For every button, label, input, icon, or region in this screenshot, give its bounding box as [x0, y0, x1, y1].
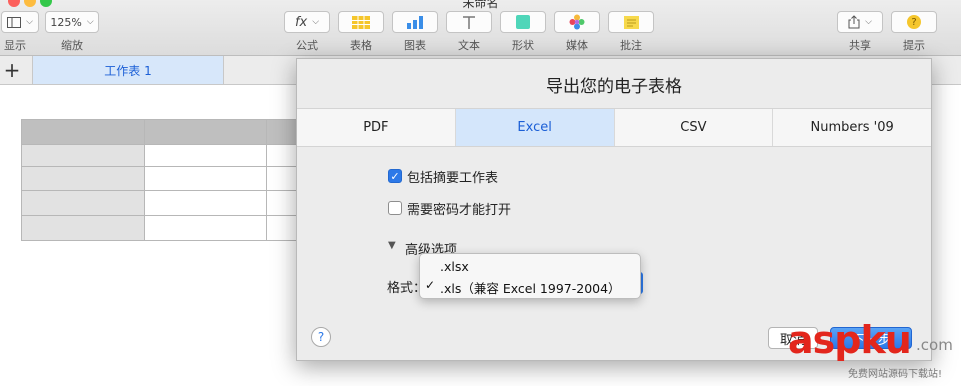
tab-csv[interactable]: CSV — [615, 109, 774, 146]
include-summary-label: 包括摘要工作表 — [407, 171, 499, 186]
watermark-logo: aspku — [788, 318, 912, 362]
disclosure-triangle-icon[interactable]: ▼ — [388, 240, 396, 251]
comment-icon — [623, 15, 639, 29]
view-label: 显示 — [4, 39, 26, 52]
checkmark-icon: ✓ — [390, 169, 400, 183]
text-label: 文本 — [458, 39, 480, 52]
require-password-label: 需要密码才能打开 — [407, 203, 512, 218]
tips-label: 提示 — [903, 39, 925, 52]
table-cell[interactable] — [144, 190, 267, 216]
menu-item-label: .xlsx — [440, 259, 469, 274]
table-cell[interactable] — [144, 144, 267, 167]
zoom-value: 125% — [50, 15, 82, 29]
tips-button[interactable]: ? — [891, 11, 937, 33]
row-header-cell[interactable] — [21, 190, 145, 216]
text-icon — [463, 15, 475, 29]
chevron-down-icon: ⌵ — [86, 17, 94, 27]
zoom-select[interactable]: 125% ⌵ — [45, 11, 99, 33]
formula-button[interactable]: fx ⌵ — [284, 11, 330, 33]
photos-icon — [569, 14, 585, 30]
window-title: 未命名 — [462, 0, 499, 10]
row-header-cell[interactable] — [21, 166, 145, 191]
tab-sheet-1[interactable]: 工作表 1 — [32, 56, 224, 84]
function-icon: fx — [294, 14, 308, 30]
shape-label: 形状 — [512, 39, 534, 52]
watermark-domain: .com — [916, 336, 953, 354]
sidebar-icon — [7, 16, 22, 28]
row-header-cell[interactable] — [21, 144, 145, 167]
shape-icon — [516, 15, 530, 29]
header-cell[interactable] — [21, 119, 145, 145]
checkmark-icon: ✓ — [425, 278, 436, 292]
question-icon: ? — [907, 15, 921, 29]
add-sheet-button[interactable]: + — [0, 56, 24, 84]
table-button[interactable] — [338, 11, 384, 33]
menu-item-label: .xls（兼容 Excel 1997-2004） — [440, 281, 621, 296]
chart-label: 图表 — [404, 39, 426, 52]
share-icon — [848, 15, 860, 29]
view-button[interactable]: ⌵ — [1, 11, 39, 33]
export-dialog: 导出您的电子表格 PDF Excel CSV Numbers '09 ✓ 包括摘… — [296, 58, 932, 361]
row-header-cell[interactable] — [21, 215, 145, 241]
help-button[interactable]: ? — [311, 327, 331, 347]
formula-label: 公式 — [296, 39, 318, 52]
chart-button[interactable] — [392, 11, 438, 33]
comment-label: 批注 — [620, 39, 642, 52]
chevron-down-icon: ⌵ — [26, 17, 33, 27]
toolbar: 未命名 ⌵ 显示 125% ⌵ 缩放 fx ⌵ 公式 表格 图表 文本 形状 媒… — [0, 0, 961, 56]
table-cell[interactable] — [144, 166, 267, 191]
export-format-tabs: PDF Excel CSV Numbers '09 — [297, 108, 931, 147]
share-button[interactable]: ⌵ — [837, 11, 883, 33]
shape-button[interactable] — [500, 11, 546, 33]
zoom-label: 缩放 — [61, 39, 83, 52]
media-button[interactable] — [554, 11, 600, 33]
media-label: 媒体 — [566, 39, 588, 52]
chevron-down-icon: ⌵ — [865, 17, 872, 27]
menu-item-xls[interactable]: ✓ .xls（兼容 Excel 1997-2004） — [420, 276, 640, 296]
comment-button[interactable] — [608, 11, 654, 33]
dialog-title: 导出您的电子表格 — [546, 76, 682, 97]
tab-numbers-09[interactable]: Numbers '09 — [773, 109, 931, 146]
format-popup-menu: .xlsx ✓ .xls（兼容 Excel 1997-2004） — [419, 253, 641, 299]
table-cell[interactable] — [144, 215, 267, 241]
table-label: 表格 — [350, 39, 372, 52]
menu-item-xlsx[interactable]: .xlsx — [420, 257, 640, 277]
chart-icon — [407, 15, 423, 29]
share-label: 共享 — [849, 39, 871, 52]
watermark-caption: 免费网站源码下载站! — [848, 369, 943, 380]
text-button[interactable] — [446, 11, 492, 33]
include-summary-checkbox[interactable]: ✓ — [388, 169, 402, 183]
tab-pdf[interactable]: PDF — [297, 109, 456, 146]
chevron-down-icon: ⌵ — [312, 17, 320, 27]
table-icon — [352, 15, 370, 29]
header-cell[interactable] — [144, 119, 267, 145]
require-password-checkbox[interactable] — [388, 201, 402, 215]
tab-excel[interactable]: Excel — [455, 109, 615, 146]
